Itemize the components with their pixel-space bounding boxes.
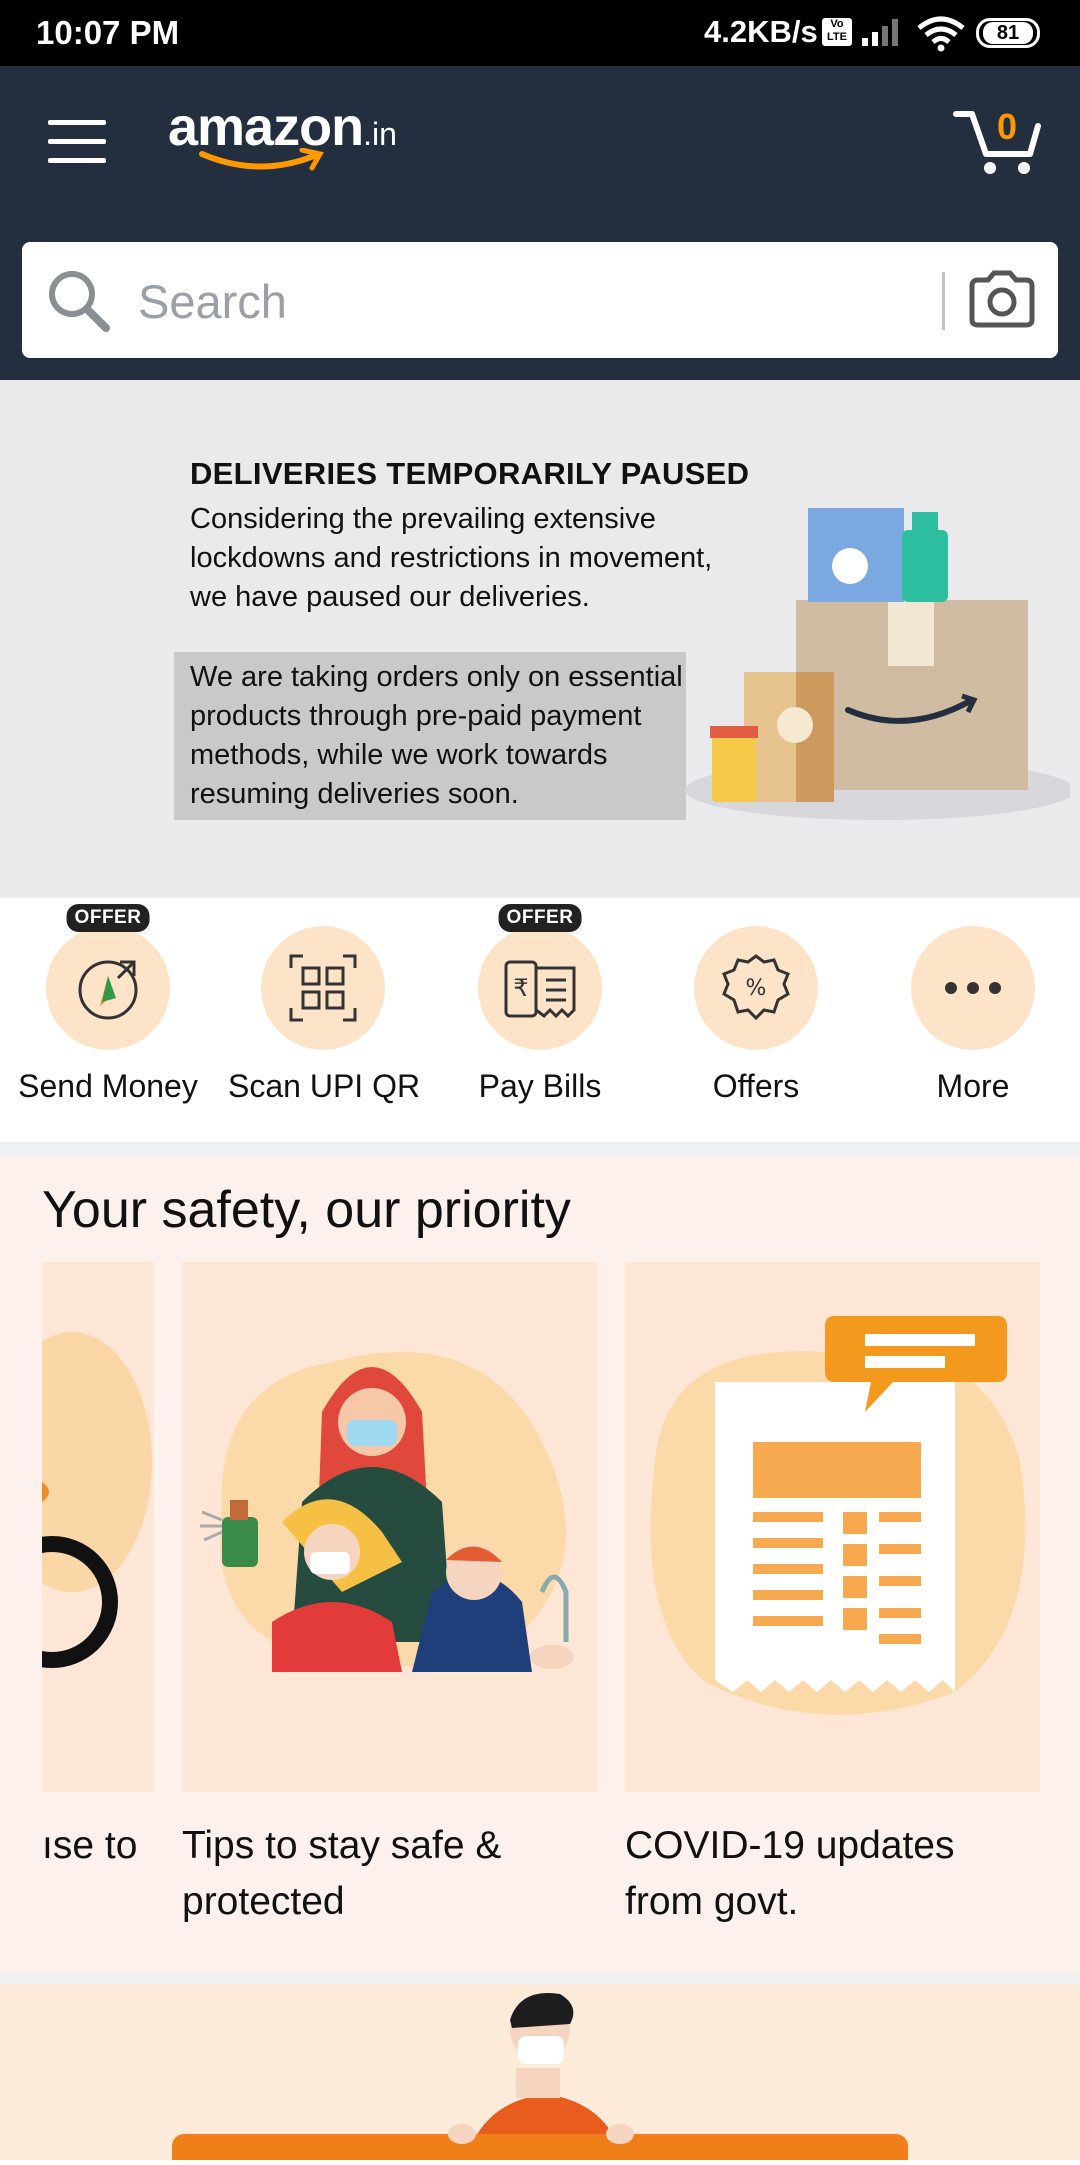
signal-icon xyxy=(862,19,898,46)
action-icon-circle xyxy=(261,926,385,1050)
action-send-money[interactable]: OFFER Send Money xyxy=(13,904,203,1105)
qr-code-icon xyxy=(289,954,357,1022)
delivery-scooter-illustration xyxy=(42,1332,152,1668)
person-holding-sign-illustration xyxy=(172,1993,908,2165)
banner-paragraph: Considering the prevailing extensive loc… xyxy=(190,503,713,613)
camera-icon[interactable] xyxy=(968,270,1036,328)
amazon-logo[interactable]: amazon.in xyxy=(168,96,397,171)
action-more[interactable]: More xyxy=(878,926,1068,1105)
banner-title: DELIVERIES TEMPORARILY PAUSED xyxy=(190,456,750,491)
bill-icon: ₹ xyxy=(504,960,576,1019)
section-title: Your safety, our priority xyxy=(42,1181,571,1239)
safety-card-caption[interactable]: COVID-19 updates from govt. xyxy=(625,1818,1040,1930)
battery-level: 81 xyxy=(983,22,1033,44)
banner-highlight-text: We are taking orders only on essential p… xyxy=(190,661,683,810)
menu-icon[interactable] xyxy=(48,120,106,166)
cart-count: 0 xyxy=(996,106,1018,147)
action-icon-circle: % xyxy=(694,926,818,1050)
search-icon xyxy=(49,271,110,332)
action-label: More xyxy=(936,1068,1010,1104)
volte-icon: Vo LTE xyxy=(822,18,852,46)
smile-arrow-icon xyxy=(199,148,324,171)
action-label: Pay Bills xyxy=(478,1068,602,1104)
search-input[interactable]: Search xyxy=(138,274,287,329)
action-label: Scan UPI QR xyxy=(228,1068,421,1104)
section-divider xyxy=(0,1974,1080,1984)
promo-section[interactable] xyxy=(0,1984,1080,2165)
wifi-icon xyxy=(917,16,965,52)
action-label: Offers xyxy=(712,1068,800,1104)
svg-text:%: % xyxy=(746,976,767,1001)
action-icon-circle: OFFER ₹ xyxy=(478,904,602,1050)
safety-card-image[interactable] xyxy=(42,1262,154,1792)
network-speed: 4.2KB/s xyxy=(704,14,818,49)
percent-badge-icon: % xyxy=(722,954,790,1021)
action-scan-upi-qr[interactable]: Scan UPI QR xyxy=(228,926,421,1105)
svg-text:₹: ₹ xyxy=(513,974,528,1002)
action-icon-circle: OFFER xyxy=(46,904,170,1050)
status-time: 10:07 PM xyxy=(36,14,180,51)
search-divider xyxy=(942,272,945,330)
action-offers[interactable]: % Offers xyxy=(661,926,851,1105)
action-icon-circle xyxy=(911,926,1035,1050)
action-label: Send Money xyxy=(18,1068,198,1104)
offer-badge: OFFER xyxy=(66,904,150,932)
news-document-illustration xyxy=(650,1316,1026,1715)
logo-tld: .in xyxy=(363,116,397,152)
delivery-boxes-illustration xyxy=(685,508,1070,820)
send-money-icon xyxy=(78,960,138,1020)
safety-card-caption[interactable]: Tips to stay safe & protected xyxy=(182,1818,598,1930)
battery-icon: 81 xyxy=(976,18,1040,48)
people-with-masks-illustration xyxy=(200,1352,574,1672)
safety-card-caption[interactable]: ıse to xyxy=(42,1818,154,1874)
offer-badge: OFFER xyxy=(498,904,582,932)
safety-card-image[interactable] xyxy=(182,1262,598,1792)
safety-card-image[interactable] xyxy=(625,1262,1040,1792)
action-pay-bills[interactable]: OFFER ₹ Pay Bills xyxy=(445,904,635,1105)
more-dots-icon xyxy=(945,982,1001,994)
section-divider xyxy=(0,1142,1080,1156)
status-bar: 10:07 PM 4.2KB/s Vo LTE 81 xyxy=(0,0,1080,66)
